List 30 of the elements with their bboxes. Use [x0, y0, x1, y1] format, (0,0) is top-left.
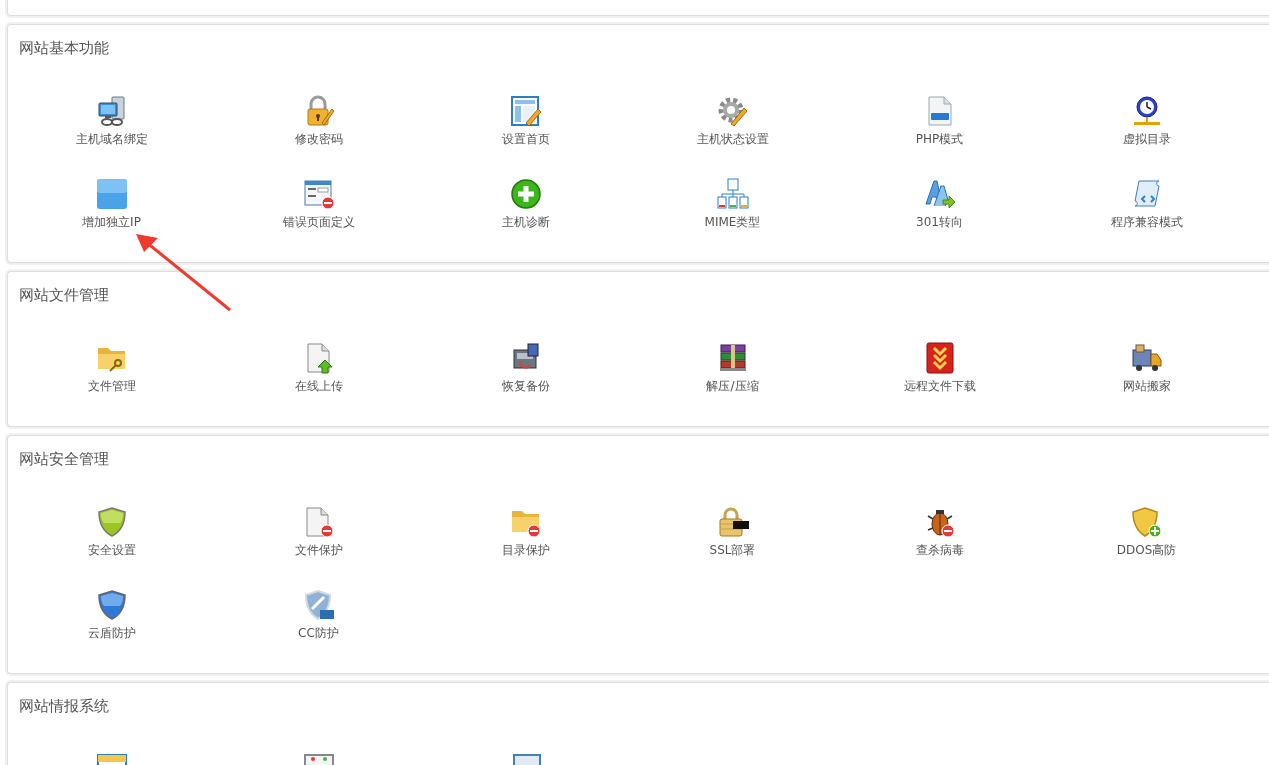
function-link[interactable]: 文件管理 [87, 378, 136, 395]
function-link[interactable]: 安全设置 [87, 542, 136, 559]
function-link[interactable]: MIME类型 [704, 214, 761, 231]
function-link[interactable]: CC防护 [298, 625, 339, 642]
function-link[interactable]: 修改密码 [294, 131, 343, 148]
section-title: 网站文件管理 [19, 286, 110, 305]
function-link[interactable]: 主机诊断 [501, 214, 550, 231]
section-title: 网站基本功能 [19, 39, 110, 58]
function-link[interactable]: 网站搬家 [1122, 378, 1171, 395]
function-link[interactable]: 主机状态设置 [696, 131, 769, 148]
function-link[interactable]: 恢复备份 [501, 378, 550, 395]
function-link[interactable]: 错误页面定义 [282, 214, 355, 231]
function-link[interactable]: 远程文件下载 [903, 378, 976, 395]
function-link[interactable]: 云盾防护 [87, 625, 136, 642]
function-link[interactable]: 查杀病毒 [915, 542, 964, 559]
section-title: 网站情报系统 [19, 697, 110, 716]
function-link[interactable]: DDOS高防 [1116, 542, 1177, 559]
function-link[interactable]: PHP模式 [915, 131, 964, 148]
function-link[interactable]: 目录保护 [501, 542, 550, 559]
function-link[interactable]: 301转向 [916, 214, 963, 231]
function-link[interactable]: 程序兼容模式 [1110, 214, 1183, 231]
function-link[interactable]: 虚拟目录 [1122, 131, 1171, 148]
section-title: 网站安全管理 [19, 450, 110, 469]
function-link[interactable]: 设置首页 [501, 131, 550, 148]
function-link[interactable]: 文件保护 [294, 542, 343, 559]
function-link[interactable]: 增加独立IP [82, 214, 141, 231]
function-link[interactable]: 在线上传 [294, 378, 343, 395]
function-link[interactable]: SSL部署 [709, 542, 756, 559]
function-link[interactable]: 主机域名绑定 [75, 131, 148, 148]
function-link[interactable]: 解压/压缩 [706, 378, 759, 395]
